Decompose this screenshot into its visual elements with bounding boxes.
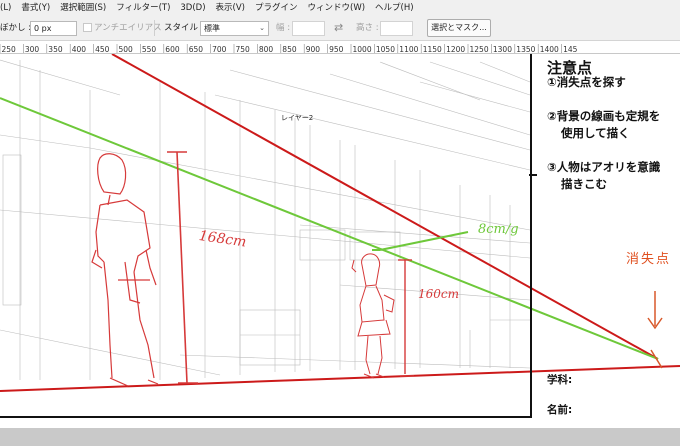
- menu-item-window[interactable]: ウィンドウ(W): [303, 0, 371, 16]
- menu-item-type[interactable]: 書式(Y): [16, 0, 55, 16]
- girl-height-marker: [398, 259, 414, 377]
- boy-height-marker: [167, 151, 198, 384]
- note-item-3-continued: 描きこむ: [561, 177, 607, 191]
- note-item-2-continued: 使用して描く: [561, 126, 630, 140]
- menu-item-filter[interactable]: フィルター(T): [111, 0, 175, 16]
- menu-item-3d[interactable]: 3D(D): [175, 0, 210, 16]
- ruler-tick-label: 850: [282, 45, 297, 54]
- width-label: 幅 :: [276, 23, 291, 33]
- antialias-checkbox[interactable]: アンチエイリアス: [83, 16, 162, 40]
- ruler-tick-label: 250: [2, 45, 17, 54]
- ruler-tick-label: 400: [72, 45, 87, 54]
- ruler-tick-label: 650: [189, 45, 204, 54]
- ruler-ticks: 250 300 350 400 450 500 550 600 650 700 750 800 850 9…: [0, 44, 578, 54]
- difference-annotation: 8cm/g: [478, 222, 519, 237]
- vanishing-point-annotation: 消失点: [626, 252, 672, 267]
- note-item-2: ②背景の線画も定規を: [547, 109, 661, 123]
- height-label: 高さ :: [356, 23, 379, 33]
- ruler-tick-label: 700: [212, 45, 227, 54]
- ruler-tick-label: 1300: [493, 45, 512, 54]
- background-linework: [0, 59, 531, 380]
- ruler-tick-label: 1250: [470, 45, 489, 54]
- ruler-svg: 250 300 350 400 450 500 550 600 650 700 750 800 850 9…: [0, 44, 578, 54]
- style-select[interactable]: 標準 ⌄: [200, 21, 269, 36]
- ruler-tick-label: 145: [563, 45, 578, 54]
- feather-input[interactable]: 0 px: [30, 21, 77, 36]
- ruler-tick-label: 1150: [423, 45, 442, 54]
- note-item-1: ①消失点を探す: [547, 75, 626, 89]
- ruler-tick-label: 450: [95, 45, 110, 54]
- ruler-tick-label: 1100: [399, 45, 418, 54]
- width-input[interactable]: [292, 21, 325, 36]
- style-select-value: 標準: [204, 24, 220, 33]
- menu-item-help[interactable]: ヘルプ(H): [370, 0, 419, 16]
- ruler-tick-label: 1350: [516, 45, 535, 54]
- ruler-tick-label: 950: [329, 45, 344, 54]
- horizon-guide-line: [0, 97, 659, 360]
- menu-item-plugins[interactable]: プラグイン: [250, 0, 303, 16]
- ruler-tick-label: 1050: [376, 45, 395, 54]
- ruler-tick-label: 1200: [446, 45, 465, 54]
- menu-bar: (L) 書式(Y) 選択範囲(S) フィルター(T) 3D(D) 表示(V) プ…: [0, 0, 680, 16]
- workspace-background: [0, 428, 680, 446]
- ruler-tick-label: 1400: [540, 45, 559, 54]
- perspective-line-top: [111, 54, 659, 360]
- ruler-tick-label: 750: [236, 45, 251, 54]
- horizontal-ruler: 250 300 350 400 450 500 550 600 650 700 750 800 850 9…: [0, 41, 680, 54]
- feather-label: ぼかし :: [0, 23, 32, 33]
- style-label: スタイル :: [164, 23, 204, 33]
- ruler-tick-label: 300: [25, 45, 40, 54]
- name-field-label: 名前:: [547, 404, 573, 416]
- ruler-tick-label: 600: [165, 45, 180, 54]
- menu-item-select[interactable]: 選択範囲(S): [55, 0, 111, 16]
- options-bar: ぼかし : 0 px アンチエイリアス スタイル : 標準 ⌄ 幅 : ⇄ 高さ…: [0, 16, 680, 41]
- note-item-3: ③人物はアオリを意識: [547, 160, 661, 174]
- ruler-tick-label: 900: [306, 45, 321, 54]
- class-field-label: 学科:: [547, 374, 573, 386]
- boy-sketch: [91, 153, 159, 387]
- ruler-tick-label: 800: [259, 45, 274, 54]
- layer-name-label: レイヤー2: [281, 114, 314, 122]
- chevron-down-icon: ⌄: [259, 24, 265, 32]
- ruler-tick-label: 350: [48, 45, 63, 54]
- ruler-tick-label: 550: [142, 45, 157, 54]
- ruler-tick-label: 500: [119, 45, 134, 54]
- menu-item-view[interactable]: 表示(V): [211, 0, 250, 16]
- swap-icon[interactable]: ⇄: [334, 16, 343, 40]
- checkbox-box[interactable]: [83, 23, 92, 32]
- select-and-mask-button[interactable]: 選択とマスク...: [427, 19, 491, 37]
- girl-height-annotation: 160cm: [418, 287, 460, 301]
- girl-sketch: [351, 253, 395, 379]
- options-divider: [154, 20, 155, 36]
- menu-item-layer[interactable]: (L): [0, 0, 16, 16]
- height-input[interactable]: [380, 21, 413, 36]
- antialias-label: アンチエイリアス: [94, 23, 162, 33]
- ruler-tick-label: 1000: [353, 45, 372, 54]
